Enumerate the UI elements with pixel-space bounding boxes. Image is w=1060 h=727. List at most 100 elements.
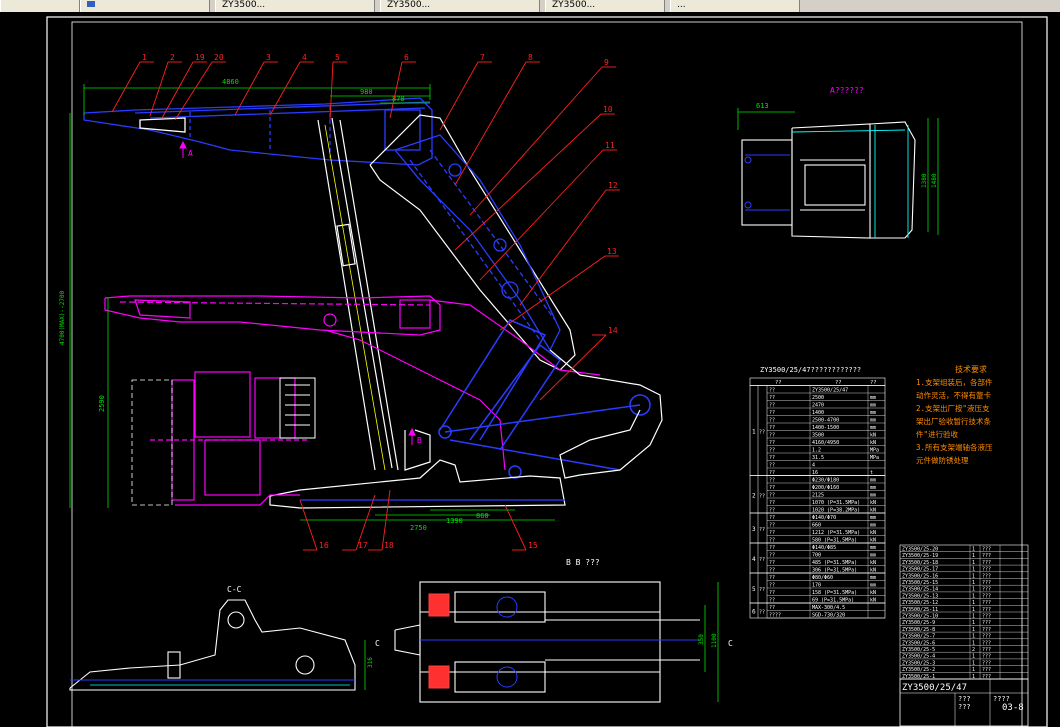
- parts-code: ZY3500/25-11: [902, 607, 938, 613]
- spec-table-header-cell: ??: [775, 380, 782, 386]
- parts-code: ZY3500/25-3: [902, 660, 935, 666]
- spec-cell-name: ??: [769, 568, 775, 574]
- spec-group-id: 6: [752, 609, 756, 616]
- parts-name: ???: [982, 627, 991, 633]
- drawing-number: 03-8: [1002, 703, 1024, 713]
- taskbar-tab[interactable]: ...: [670, 0, 800, 12]
- spec-cell-unit: kN: [870, 568, 876, 574]
- parts-name: ???: [982, 640, 991, 646]
- spec-table-header-cell: ??: [870, 380, 877, 386]
- spec-cell-value: Φ200/Φ160: [812, 485, 839, 491]
- parts-code: ZY3500/25-10: [902, 614, 938, 620]
- spec-group-name: ??: [759, 587, 765, 593]
- parts-name: ???: [982, 614, 991, 620]
- spec-cell-unit: mm: [870, 478, 876, 484]
- part-number-label: 17: [358, 541, 368, 550]
- part-number-label: 1: [142, 53, 147, 62]
- parts-code: ZY3500/25-4: [902, 654, 935, 660]
- spec-cell-value: 580 (P=31.5MPa): [812, 538, 857, 544]
- parts-code: ZY3500/25-9: [902, 620, 935, 626]
- spec-cell-value: 3500: [812, 433, 824, 439]
- spec-cell-value: Φ230/Φ180: [812, 478, 839, 484]
- taskbar-tab[interactable]: [0, 0, 80, 12]
- spec-cell-value: 2500: [812, 395, 824, 401]
- spec-cell-name: ??: [769, 560, 775, 566]
- spec-cell-unit: kN: [870, 530, 876, 536]
- spec-cell-name: ????: [769, 613, 781, 619]
- spec-cell-value: 1400-1500: [812, 425, 839, 431]
- parts-name: ???: [982, 547, 991, 553]
- parts-name: ???: [982, 553, 991, 559]
- spec-cell-value: 660: [812, 523, 821, 529]
- spec-cell-unit: mm: [870, 515, 876, 521]
- part-number-label: 10: [603, 105, 613, 114]
- spec-cell-value: Φ140/Φ85: [812, 545, 836, 551]
- spec-cell-unit: kN: [870, 560, 876, 566]
- parts-name: ???: [982, 634, 991, 640]
- part-number-label: 6: [404, 53, 409, 62]
- tech-note-line: 3.所有支架端轴各液压: [916, 442, 993, 452]
- dim-left-height: 4700(MAX)--2700: [59, 290, 66, 345]
- taskbar-tab[interactable]: [80, 0, 210, 12]
- parts-name: ???: [982, 654, 991, 660]
- parts-name: ???: [982, 660, 991, 666]
- view-c-right-label: C: [728, 639, 733, 648]
- parts-code: ZY3500/25-14: [902, 587, 938, 593]
- spec-cell-value: 1400: [812, 410, 824, 416]
- spec-cell-unit: kN: [870, 508, 876, 514]
- dim-bottom-3: 860: [476, 512, 489, 520]
- spec-cell-name: ??: [769, 485, 775, 491]
- taskbar-tab[interactable]: ZY3500...: [545, 0, 665, 12]
- spec-cell-value: Φ80/Φ60: [812, 575, 833, 581]
- parts-qty: 1: [972, 620, 975, 626]
- parts-qty: 1: [972, 593, 975, 599]
- parts-qty: 1: [972, 567, 975, 573]
- spec-cell-unit: MPa: [870, 448, 879, 454]
- part-number-label: 13: [607, 247, 617, 256]
- title-block-field: ???: [958, 695, 971, 703]
- parts-qty: 1: [972, 587, 975, 593]
- spec-cell-unit: MPa: [870, 455, 879, 461]
- spec-cell-name: ??: [769, 418, 775, 424]
- parts-qty: 1: [972, 573, 975, 579]
- drawing-title: ZY3500/25/47: [902, 683, 967, 693]
- taskbar-tab[interactable]: ZY3500...: [380, 0, 540, 12]
- spec-cell-unit: mm: [870, 395, 876, 401]
- parts-name: ???: [982, 667, 991, 673]
- spec-cell-unit: kN: [870, 538, 876, 544]
- spec-cell-unit: kN: [870, 590, 876, 596]
- spec-cell-value: 2500-4700: [812, 418, 839, 424]
- spec-cell-name: ??: [769, 523, 775, 529]
- parts-qty: 1: [972, 600, 975, 606]
- taskbar-tab[interactable]: ZY3500...: [215, 0, 375, 12]
- view-b-label: B B ???: [566, 558, 600, 567]
- spec-cell-value: 4160/4950: [812, 440, 839, 446]
- spec-cell-unit: mm: [870, 485, 876, 491]
- spec-cell-name: ??: [769, 463, 775, 469]
- spec-cell-name: ??: [769, 493, 775, 499]
- spec-cell-name: ??: [769, 590, 775, 596]
- spec-cell-value: ZY3500/25/47: [812, 388, 848, 394]
- spec-cell-name: ??: [769, 455, 775, 461]
- spec-cell-value: 2470: [812, 403, 824, 409]
- parts-name: ???: [982, 593, 991, 599]
- spec-cell-value: 485 (P=31.5MPa): [812, 560, 857, 566]
- spec-group-id: 1: [752, 429, 756, 436]
- view-a-dim-w: 613: [756, 102, 769, 110]
- parts-code: ZY3500/25-12: [902, 600, 938, 606]
- parts-code: ZY3500/25-13: [902, 593, 938, 599]
- tech-notes-title: 技术要求: [955, 364, 987, 374]
- spec-group-name: ??: [759, 493, 765, 499]
- dim-mid: 2590: [98, 395, 106, 412]
- spec-table-header-cell: ??: [835, 380, 842, 386]
- parts-code: ZY3500/25-19: [902, 553, 938, 559]
- spec-group-name: ??: [759, 610, 765, 616]
- parts-name: ???: [982, 620, 991, 626]
- cad-drawing-canvas[interactable]: 4860 980 870 4700(MAX)--2700 2590 2750 1…: [0, 12, 1060, 727]
- spec-cell-name: ??: [769, 583, 775, 589]
- part-number-label: 7: [480, 53, 485, 62]
- part-number-label: 11: [605, 141, 615, 150]
- spec-cell-unit: t: [870, 470, 873, 476]
- part-number-label: 14: [608, 326, 618, 335]
- parts-name: ???: [982, 580, 991, 586]
